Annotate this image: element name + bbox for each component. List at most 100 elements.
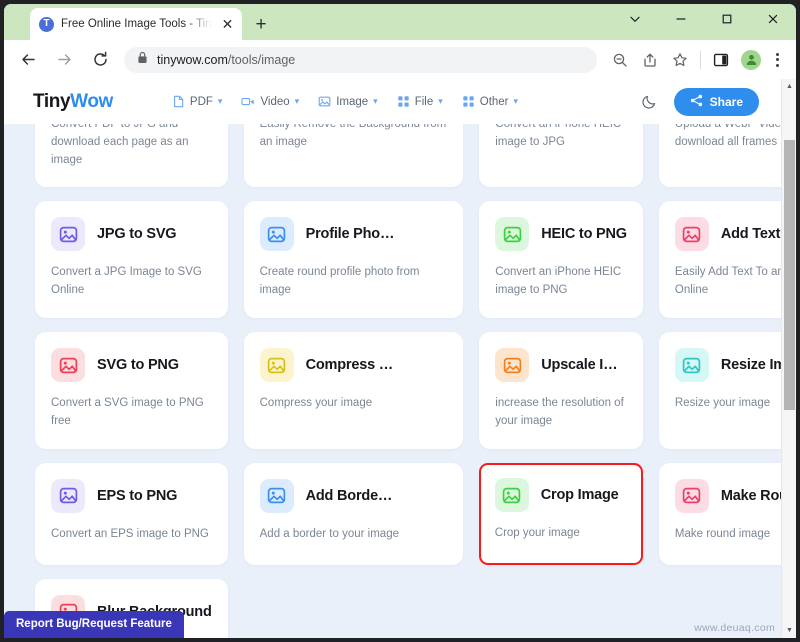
tool-card-description: Create round profile photo from image [259, 266, 420, 297]
watermark: www.deuaq.com [694, 622, 775, 634]
image-placeholder-icon [51, 348, 85, 383]
nav-item-pdf[interactable]: PDF ▾ [172, 95, 223, 108]
share-nodes-icon [690, 94, 703, 110]
logo-wow: Wow [70, 90, 113, 112]
screen: T Free Online Image Tools - TinyWow ✕ + [0, 0, 800, 642]
video-camera-icon [241, 95, 255, 108]
chevron-down-icon[interactable] [612, 4, 658, 34]
close-icon[interactable]: ✕ [219, 16, 236, 33]
tool-card[interactable]: Crop Image Crop your image [479, 462, 643, 565]
tool-card[interactable]: PDF to JPGConvert PDF to JPG and downloa… [35, 124, 228, 188]
tool-card[interactable]: JPG to SVG Convert a JPG Image to SVG Onl… [35, 201, 228, 319]
toolbar-divider [700, 50, 701, 69]
tool-card[interactable]: Add Text t… Easily Add Text To an Image O… [658, 201, 781, 319]
tool-card-header: Profile Pho… [259, 217, 448, 252]
tool-card-description: Convert an iPhone HEIC image to JPG [495, 124, 622, 148]
tool-card-description: Upload a WebP Video and download all fra… [674, 124, 781, 148]
tool-card-description: Add a border to your image [259, 527, 399, 540]
tool-card-header: JPG to SVG [51, 217, 212, 252]
tool-card-header: Compress … [259, 348, 448, 383]
tool-card-description: Convert PDF to JPG and download each pag… [51, 124, 189, 166]
address-bar[interactable]: tinywow.com/tools/image [124, 46, 597, 73]
tool-card[interactable]: Upscale I… increase the resolution of you… [479, 332, 643, 449]
tool-card[interactable]: EPS to PNG Convert an EPS image to PNG [35, 462, 228, 565]
tool-card-header: Make Rou… [674, 478, 781, 513]
tool-card[interactable]: Remove BackgroundEasily Remove the Backg… [243, 124, 464, 188]
zoom-out-icon[interactable] [607, 47, 633, 73]
tool-card[interactable]: HEIC to PNG Convert an iPhone HEIC image … [479, 201, 643, 319]
nav-item-label: PDF [189, 95, 213, 108]
window-controls [612, 4, 796, 40]
reload-icon[interactable] [85, 45, 115, 75]
side-panel-icon[interactable] [708, 47, 734, 73]
tool-card-description: Convert a JPG Image to SVG Online [51, 266, 202, 297]
tool-card-header: Add Borde… [259, 478, 448, 513]
tool-card-header: Upscale I… [495, 348, 627, 383]
profile-avatar-icon[interactable] [741, 49, 761, 70]
close-icon[interactable] [750, 4, 796, 34]
tool-card-title: HEIC to PNG [541, 226, 627, 243]
tool-card-title: Compress … [305, 357, 394, 374]
image-placeholder-icon [674, 217, 709, 252]
tool-card[interactable]: Make Rou… Make round image [658, 462, 781, 565]
nav-item-video[interactable]: Video ▾ [241, 95, 299, 108]
logo-tiny: Tiny [33, 90, 71, 112]
tool-card-title: Crop Image [540, 487, 619, 504]
back-arrow-icon[interactable] [13, 45, 43, 75]
page-viewport: PDF to JPGConvert PDF to JPG and downloa… [4, 79, 796, 638]
scrollbar-thumb[interactable] [784, 140, 795, 410]
nav-item-other[interactable]: Other ▾ [462, 95, 518, 108]
scroll-down-arrow-icon[interactable]: ▼ [782, 623, 796, 638]
three-dot-menu-icon[interactable] [766, 47, 788, 73]
tool-card[interactable]: Compress … Compress your image [243, 332, 464, 449]
image-placeholder-icon [259, 217, 294, 252]
document-icon [172, 95, 185, 108]
tool-card[interactable]: Add Borde… Add a border to your image [243, 462, 464, 565]
tool-card-title: Profile Pho… [305, 226, 395, 243]
share-icon[interactable] [637, 47, 663, 73]
tool-card[interactable]: SVG to PNG Convert a SVG image to PNG fre… [35, 332, 228, 449]
image-placeholder-icon [674, 478, 709, 513]
tool-card-title: JPG to SVG [97, 226, 177, 243]
image-placeholder-icon [495, 217, 530, 252]
browser-window: T Free Online Image Tools - TinyWow ✕ + [4, 4, 796, 638]
report-bug-button[interactable]: Report Bug/Request Feature [4, 611, 184, 638]
site-logo[interactable]: TinyWow [33, 91, 113, 113]
share-button[interactable]: Share [673, 87, 759, 116]
chevron-down-icon: ▾ [513, 96, 519, 106]
star-icon[interactable] [667, 47, 693, 73]
nav-item-label: Image [336, 95, 369, 108]
browser-tab[interactable]: T Free Online Image Tools - TinyWow ✕ [30, 8, 242, 40]
tool-card-header: SVG to PNG [51, 348, 212, 383]
tool-card[interactable]: Resize Ima… Resize your image [658, 332, 781, 449]
tool-card[interactable]: HEIC to JPGConvert an iPhone HEIC image … [479, 124, 643, 188]
site-header: TinyWow PDF ▾ Video ▾ Image ▾ File ▾ Other ▾ [4, 79, 781, 124]
tool-card-title: SVG to PNG [97, 357, 179, 374]
scroll-up-arrow-icon[interactable]: ▲ [782, 79, 796, 94]
tool-card-header: Add Text t… [674, 217, 781, 252]
tool-card-description: Easily Remove the Background from an ima… [259, 124, 447, 148]
minimize-icon[interactable] [658, 4, 704, 34]
chevron-down-icon: ▾ [217, 96, 223, 106]
forward-arrow-icon[interactable] [49, 45, 79, 75]
maximize-icon[interactable] [704, 4, 750, 34]
tool-card-title: Add Text t… [720, 226, 781, 243]
header-actions: Share [641, 87, 759, 116]
chevron-down-icon: ▾ [373, 96, 378, 106]
nav-item-label: Other [479, 95, 509, 108]
tool-card-description: Resize your image [674, 397, 771, 410]
tool-card[interactable]: WebP Video to JPGUpload a WebP Video and… [658, 124, 781, 188]
nav-item-image[interactable]: Image ▾ [318, 95, 378, 108]
page-scrollbar[interactable]: ▲ ▼ [781, 79, 796, 638]
tool-card-title: Upscale I… [541, 357, 618, 374]
new-tab-button[interactable]: + [250, 13, 272, 35]
tool-card[interactable]: Profile Pho… Create round profile photo f… [243, 201, 464, 319]
nav-item-file[interactable]: File ▾ [397, 95, 443, 108]
chevron-down-icon: ▾ [438, 96, 443, 106]
tool-card-title: Make Rou… [720, 487, 781, 504]
tinywow-favicon-icon: T [39, 16, 54, 32]
nav-item-label: File [414, 95, 434, 108]
tool-card-description: Convert a SVG image to PNG free [51, 397, 204, 427]
moon-icon[interactable] [641, 93, 658, 110]
image-placeholder-icon [51, 478, 85, 513]
